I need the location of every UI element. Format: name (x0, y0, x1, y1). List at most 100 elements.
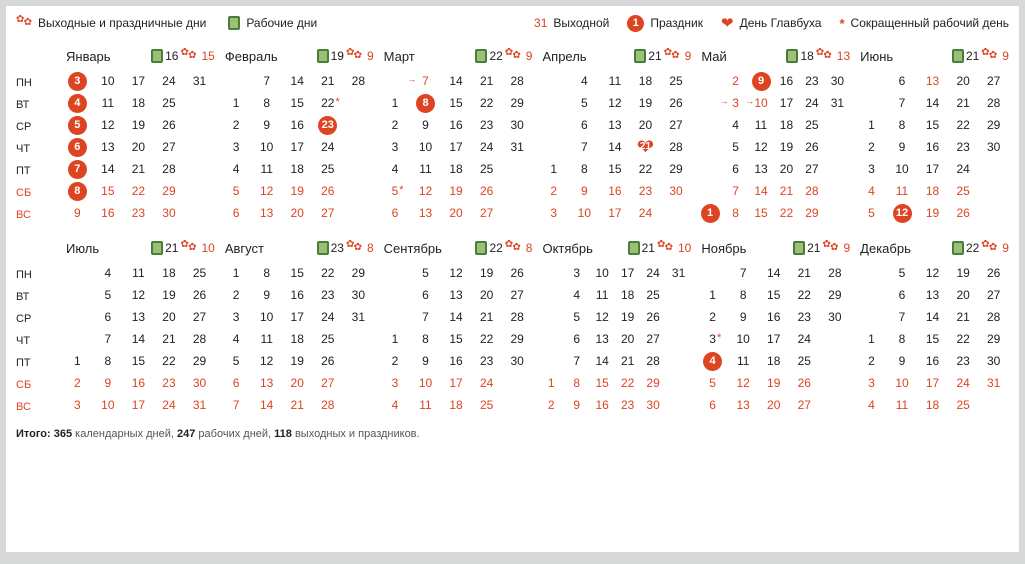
day-cell: 11 (748, 114, 773, 136)
day-cell: 13 (589, 328, 614, 350)
legend-short-label: Сокращенный рабочий день (851, 16, 1009, 30)
day-cell: 19 (441, 180, 472, 202)
day-cell: 27 (799, 158, 824, 180)
month-6: Июнь219613202771421281815222929162330310… (856, 42, 1009, 226)
day-cell: 23 (123, 202, 154, 224)
day-cell: 19 (615, 306, 640, 328)
day-cell (666, 350, 691, 372)
day-cell: 22 (471, 328, 502, 350)
flowers-icon (505, 49, 521, 63)
day-cell: 7 (410, 306, 441, 328)
weekday-label: ВС (16, 396, 56, 418)
day-cell: 7 (569, 136, 600, 158)
day-cell (856, 306, 887, 328)
day-cell: 6 (380, 202, 411, 224)
day-cell: 17 (615, 262, 640, 284)
day-cell: 6 (221, 372, 252, 394)
day-cell: 16 (917, 136, 948, 158)
day-cell (538, 136, 569, 158)
day-cell: 27 (640, 328, 665, 350)
day-cell: 9 (887, 136, 918, 158)
calendar-icon (475, 241, 487, 255)
day-cell: 6 (93, 306, 124, 328)
day-cell: 20 (154, 306, 185, 328)
day-cell: 4 (723, 114, 748, 136)
day-cell: 30 (820, 306, 851, 328)
day-cell: 22 (615, 372, 640, 394)
day-cell: 12 (728, 372, 759, 394)
day-cell: 31 (184, 394, 215, 416)
day-cell (343, 92, 374, 114)
weekday-label: ЧТ (16, 330, 56, 352)
day-cell: 19 (630, 92, 661, 114)
month-name: Июнь (860, 49, 948, 64)
day-cell: 20 (774, 158, 799, 180)
day-cell: 22 (789, 284, 820, 306)
day-cell (62, 328, 93, 350)
day-cell: 6 (62, 136, 93, 158)
day-cell: 29 (978, 328, 1009, 350)
month-2: Февраль199714212818152229162331017244111… (221, 42, 374, 226)
day-cell: 6 (221, 202, 252, 224)
day-cell: 14 (917, 92, 948, 114)
day-cell (343, 350, 374, 372)
day-cell: 4 (564, 284, 589, 306)
day-cell: 10 (728, 328, 759, 350)
day-cell: 3 (380, 136, 411, 158)
day-cell: 20 (948, 284, 979, 306)
day-cell: 12 (600, 92, 631, 114)
day-cell: 20 (615, 328, 640, 350)
month-name: Декабрь (860, 241, 948, 256)
day-cell: 1 (538, 372, 563, 394)
day-cell: 12 (917, 262, 948, 284)
day-cell: 5 (221, 180, 252, 202)
day-cell: 10 (748, 92, 773, 114)
day-cell: 17 (600, 202, 631, 224)
day-cell: 20 (282, 202, 313, 224)
day-cell (380, 262, 411, 284)
day-cell: 15 (917, 114, 948, 136)
day-cell: 28 (313, 394, 344, 416)
day-cell: 17 (441, 372, 472, 394)
day-cell: 30 (343, 284, 374, 306)
day-cell: 29 (184, 350, 215, 372)
day-cell (502, 158, 533, 180)
day-cell: 24 (789, 328, 820, 350)
day-cell: 16 (758, 306, 789, 328)
day-cell: 8 (728, 284, 759, 306)
day-cell: 29 (799, 202, 824, 224)
day-cell: 30 (978, 350, 1009, 372)
day-cell: 10 (569, 202, 600, 224)
day-cell: 25 (313, 158, 344, 180)
day-cell: 16 (774, 70, 799, 92)
day-cell: 2 (856, 136, 887, 158)
day-cell: 25 (154, 92, 185, 114)
legend-holiday-label: Праздник (650, 16, 703, 30)
day-cell (978, 180, 1009, 202)
flowers-icon (16, 16, 32, 30)
day-cell: 21 (615, 350, 640, 372)
day-cell: 30 (978, 136, 1009, 158)
day-cell: 29 (343, 262, 374, 284)
month-name: Май (701, 49, 782, 64)
day-cell: 21 (789, 262, 820, 284)
weekday-label: СР (16, 116, 56, 138)
day-cell (856, 70, 887, 92)
weekday-labels: ПНВТСРЧТПТСБВС (16, 234, 56, 418)
day-cell: 30 (502, 350, 533, 372)
day-cell: 1 (697, 202, 722, 224)
day-cell: 13 (600, 114, 631, 136)
day-cell: 17 (441, 136, 472, 158)
day-cell: 6 (887, 284, 918, 306)
day-cell: 16 (441, 350, 472, 372)
day-cell: 1 (856, 114, 887, 136)
day-cell (697, 114, 722, 136)
month-name: Февраль (225, 49, 313, 64)
day-cell (697, 70, 722, 92)
day-cell: 22 (154, 350, 185, 372)
day-cell (502, 394, 533, 416)
star-icon: * (839, 16, 844, 31)
day-cell: 27 (184, 306, 215, 328)
day-cell: 14 (600, 136, 631, 158)
day-cell: 17 (917, 158, 948, 180)
